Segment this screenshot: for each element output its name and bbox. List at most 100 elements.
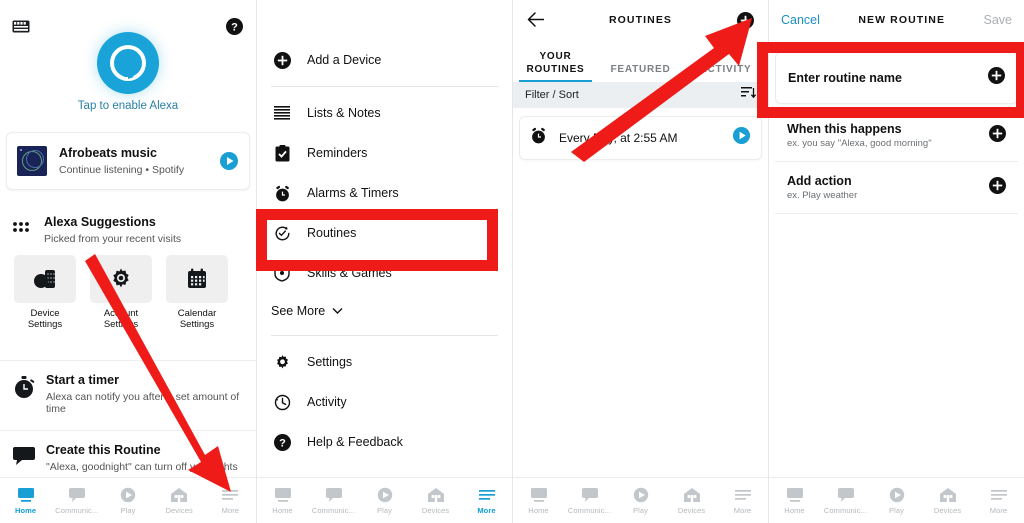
nav-label: Communic... [823, 505, 868, 515]
nav-item-more[interactable]: More [973, 487, 1024, 515]
play-circle-icon [632, 487, 650, 503]
nav-item-play[interactable]: Play [615, 487, 666, 515]
nav-label: Home [272, 505, 293, 515]
nav-item-play[interactable]: Play [359, 487, 410, 515]
menu-item-activity[interactable]: Activity [257, 382, 512, 422]
chat-bubble-icon [581, 487, 599, 503]
plus-circle-icon[interactable] [988, 67, 1005, 89]
gear-icon [271, 354, 293, 371]
nav-item-devices[interactable]: Devices [410, 487, 461, 515]
enter-routine-name-row[interactable]: Enter routine name [775, 52, 1018, 104]
nav-label: More [989, 505, 1008, 515]
nav-label: Communic... [311, 505, 356, 515]
nav-item-more[interactable]: More [717, 487, 768, 515]
play-circle-icon[interactable] [732, 126, 751, 150]
filter-sort-label: Filter / Sort [525, 89, 579, 101]
menu-item-reminders[interactable]: Reminders [257, 133, 512, 173]
new-routine-header: Cancel NEW ROUTINE Save [769, 0, 1024, 40]
routine-list-item[interactable]: Every Day, at 2:55 AM [519, 116, 762, 160]
menu-item-routines[interactable]: Routines [257, 213, 512, 253]
tile-label: Account Settings [103, 307, 139, 331]
routines-header: ROUTINES [513, 0, 768, 40]
alexa-suggestions-section: Alexa Suggestions Picked from your recen… [0, 205, 256, 345]
menu-label: Activity [307, 395, 347, 409]
routine-title: Every Day, at 2:55 AM [559, 131, 678, 145]
alarm-clock-icon [530, 127, 547, 149]
menu-item-skills-games[interactable]: Skills & Games [257, 253, 512, 293]
menu-item-add-a-device[interactable]: Add a Device [257, 40, 512, 80]
back-arrow-icon[interactable] [527, 12, 545, 32]
devices-home-icon [683, 487, 701, 503]
devices-home-icon [170, 487, 188, 503]
alexa-ring-icon[interactable] [97, 32, 159, 94]
nav-item-more[interactable]: More [461, 487, 512, 515]
nav-item-play[interactable]: Play [871, 487, 922, 515]
nav-label: Play [633, 505, 648, 515]
nav-label: Home [528, 505, 549, 515]
svg-text:?: ? [231, 22, 238, 34]
save-button[interactable]: Save [984, 13, 1013, 27]
cancel-button[interactable]: Cancel [781, 13, 820, 27]
when-this-happens-row[interactable]: When this happens ex. you say "Alexa, go… [775, 110, 1018, 162]
keyboard-icon[interactable] [12, 20, 30, 33]
speech-bubble-icon [12, 443, 40, 473]
menu-item-alarms-timers[interactable]: Alarms & Timers [257, 173, 512, 213]
plus-circle-icon[interactable] [989, 176, 1006, 199]
nav-item-communicate[interactable]: Communic... [308, 487, 359, 515]
clipboard-check-icon [271, 144, 293, 162]
tab-label-line2: ROUTINES [526, 63, 585, 75]
hamburger-icon [478, 487, 496, 503]
menu-label: Settings [307, 355, 353, 369]
sort-descending-icon[interactable] [741, 86, 757, 104]
add-action-hint: ex. Play weather [787, 190, 858, 201]
nav-item-play[interactable]: Play [102, 487, 153, 515]
help-circle-icon[interactable]: ? [226, 18, 243, 35]
nav-label: More [477, 505, 496, 515]
chat-bubble-icon [325, 487, 343, 503]
when-this-happens-hint: ex. you say "Alexa, good morning" [787, 138, 932, 149]
menu-label: Help & Feedback [307, 435, 403, 449]
bottom-nav-panel3: Home Communic... Play Devices More [513, 477, 768, 523]
panel-new-routine: Cancel NEW ROUTINE Save Enter routine na… [768, 0, 1024, 523]
tile-account-settings[interactable]: Account Settings [90, 254, 152, 331]
nav-label: Home [14, 505, 37, 515]
timer-subtitle: Alexa can notify you after a set amount … [46, 390, 240, 415]
tile-calendar-settings[interactable]: Calendar Settings [166, 254, 228, 331]
nav-item-devices[interactable]: Devices [922, 487, 973, 515]
clock-back-icon [271, 394, 293, 411]
plus-circle-icon[interactable] [989, 124, 1006, 147]
see-more-button[interactable]: See More [257, 293, 512, 329]
menu-label: Lists & Notes [307, 106, 381, 120]
menu-item-settings[interactable]: Settings [257, 342, 512, 382]
filter-sort-bar[interactable]: Filter / Sort [513, 82, 768, 108]
nav-item-home[interactable]: Home [513, 487, 564, 515]
panel-more-menu: Add a Device Lists & Notes Reminders Ala [256, 0, 512, 523]
nav-item-devices[interactable]: Devices [666, 487, 717, 515]
play-circle-icon [888, 487, 906, 503]
tap-to-enable-alexa-label[interactable]: Tap to enable Alexa [0, 100, 256, 112]
nav-item-communicate[interactable]: Communic... [820, 487, 871, 515]
tile-label: Device Settings [27, 307, 63, 331]
tab-featured[interactable]: FEATURED [598, 64, 683, 83]
nav-item-communicate[interactable]: Communic... [51, 487, 102, 515]
tab-your-routines[interactable]: YOUR ROUTINES [513, 51, 598, 82]
play-circle-icon[interactable] [219, 151, 239, 171]
add-action-row[interactable]: Add action ex. Play weather [775, 162, 1018, 214]
nav-item-home[interactable]: Home [769, 487, 820, 515]
nav-item-home[interactable]: Home [257, 487, 308, 515]
tile-device-settings[interactable]: Device Settings [14, 254, 76, 331]
tab-activity[interactable]: ACTIVITY [683, 64, 768, 83]
now-playing-card[interactable]: Afrobeats music Continue listening • Spo… [6, 132, 250, 190]
nav-item-home[interactable]: Home [0, 487, 51, 515]
menu-label: Alarms & Timers [307, 186, 399, 200]
plus-circle-icon[interactable] [737, 12, 754, 34]
home-icon [786, 487, 804, 503]
play-circle-icon [376, 487, 394, 503]
nav-item-devices[interactable]: Devices [154, 487, 205, 515]
menu-item-help-feedback[interactable]: ? Help & Feedback [257, 422, 512, 462]
menu-item-lists-notes[interactable]: Lists & Notes [257, 93, 512, 133]
stopwatch-icon [12, 373, 40, 405]
nav-item-more[interactable]: More [205, 487, 256, 515]
nav-item-communicate[interactable]: Communic... [564, 487, 615, 515]
start-a-timer-row[interactable]: Start a timer Alexa can notify you after… [0, 360, 256, 430]
